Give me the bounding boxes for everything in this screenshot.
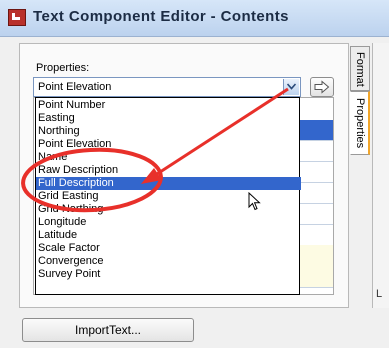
dropdown-option[interactable]: Scale Factor	[36, 242, 301, 255]
list-row	[299, 266, 333, 288]
right-panel-label: L	[376, 288, 383, 300]
list-row-selected	[299, 120, 333, 141]
title-bar: Text Component Editor - Contents	[0, 0, 389, 37]
dropdown-option[interactable]: Raw Description	[36, 164, 301, 177]
dropdown-option[interactable]: Survey Point	[36, 268, 301, 281]
dropdown-option[interactable]: Longitude	[36, 216, 301, 229]
properties-label: Properties:	[36, 62, 90, 74]
dropdown-option[interactable]: Convergence	[36, 255, 301, 268]
list-row	[299, 224, 333, 246]
tab-properties-label: Properties	[354, 98, 366, 149]
window-title: Text Component Editor - Contents	[33, 8, 289, 25]
dropdown-option[interactable]: Easting	[36, 112, 301, 125]
tab-format[interactable]: Format	[350, 46, 370, 91]
dropdown-option[interactable]: Point Elevation	[36, 138, 301, 151]
insert-property-button[interactable]	[310, 77, 334, 97]
list-row	[299, 140, 333, 162]
mouse-pointer-icon	[248, 192, 261, 211]
dropdown-option[interactable]: Name	[36, 151, 301, 164]
list-row	[299, 245, 333, 267]
dialog-window: Text Component Editor - Contents Propert…	[0, 0, 389, 348]
chevron-down-icon[interactable]	[283, 79, 299, 95]
dropdown-option[interactable]: Latitude	[36, 229, 301, 242]
dropdown-option[interactable]: Point Number	[36, 99, 301, 112]
right-panel-edge	[372, 43, 389, 308]
properties-dropdown-value: Point Elevation	[38, 81, 112, 93]
app-icon	[8, 9, 26, 26]
tab-format-label: Format	[354, 52, 366, 87]
list-row	[299, 161, 333, 183]
dropdown-option[interactable]: Northing	[36, 125, 301, 138]
list-row	[299, 182, 333, 204]
properties-dropdown[interactable]: Point Elevation	[33, 77, 301, 97]
arrow-right-icon	[314, 80, 330, 94]
tab-properties[interactable]: Properties	[350, 91, 370, 155]
dropdown-option-highlighted[interactable]: Full Description	[36, 177, 301, 190]
import-text-button[interactable]: ImportText...	[22, 318, 194, 342]
list-row	[299, 203, 333, 225]
